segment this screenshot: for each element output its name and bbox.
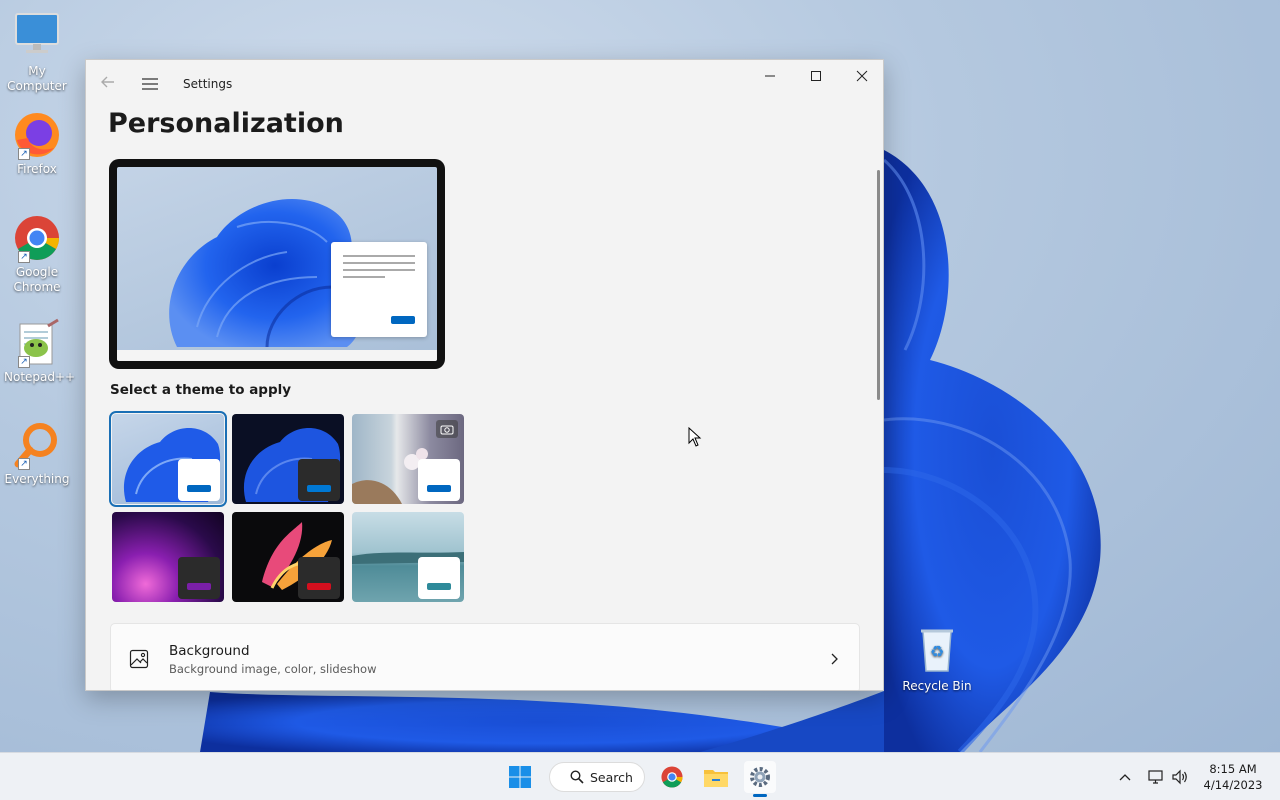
taskbar-settings[interactable] (744, 761, 776, 797)
shortcut-arrow-icon: ↗ (18, 148, 30, 160)
desktop-icon-label: Google Chrome (13, 265, 61, 294)
shortcut-arrow-icon: ↗ (18, 356, 30, 368)
theme-mini-window (178, 459, 220, 501)
shortcut-arrow-icon: ↗ (18, 458, 30, 470)
shortcut-arrow-icon: ↗ (18, 251, 30, 263)
recycle-bin-icon: ♻ (917, 625, 957, 673)
taskbar-chrome[interactable] (656, 761, 688, 793)
desktop-icon-recycle-bin[interactable]: ♻ Recycle Bin (900, 625, 974, 693)
vertical-scrollbar[interactable] (877, 170, 880, 400)
chrome-icon: ↗ (12, 213, 62, 263)
theme-preview (109, 159, 445, 369)
minimize-button[interactable] (747, 60, 793, 92)
theme-tile-windows-spotlight[interactable] (352, 414, 464, 504)
theme-mini-window (298, 459, 340, 501)
active-app-indicator (753, 794, 767, 797)
desktop-icon-notepadpp[interactable]: ↗ Notepad++ (4, 318, 76, 385)
theme-tile-flow[interactable] (352, 512, 464, 602)
settings-window: Settings Personalization Select a theme … (85, 59, 884, 691)
chevron-up-icon (1119, 774, 1131, 781)
gear-icon (750, 767, 770, 787)
mouse-pointer-icon (688, 426, 702, 451)
theme-tile-captured-motion[interactable] (232, 512, 344, 602)
volume-tray-button[interactable] (1170, 767, 1190, 787)
speaker-icon (1172, 769, 1187, 785)
maximize-button[interactable] (793, 60, 839, 92)
chrome-icon (661, 766, 683, 788)
theme-tile-glow[interactable] (112, 512, 224, 602)
desktop-icon-label: My Computer (7, 64, 67, 93)
desktop-icon-everything[interactable]: ↗ Everything (4, 420, 70, 487)
taskbar-search-box[interactable]: Search (549, 762, 645, 792)
theme-tile-windows-dark[interactable] (232, 414, 344, 504)
search-icon (570, 770, 584, 784)
network-icon (1148, 770, 1163, 784)
desktop-icon-google-chrome[interactable]: ↗ Google Chrome (4, 213, 70, 295)
theme-mini-window (418, 459, 460, 501)
desktop-icon-label: Firefox (17, 162, 57, 176)
clock-date: 4/14/2023 (1203, 778, 1263, 792)
svg-text:♻: ♻ (930, 642, 944, 661)
folder-icon (704, 770, 728, 787)
chevron-right-icon (829, 651, 839, 670)
taskbar-search-label: Search (590, 769, 633, 785)
desktop-icon-my-computer[interactable]: My Computer (4, 12, 70, 94)
taskbar-clock[interactable]: 8:15 AM 4/14/2023 (1196, 761, 1270, 793)
camera-icon (436, 420, 458, 438)
image-icon (129, 649, 149, 673)
minimize-icon (765, 75, 775, 77)
title-bar[interactable]: Settings (86, 60, 883, 106)
windows-logo-icon (509, 766, 531, 788)
desktop-icon-label: Notepad++ (4, 370, 76, 384)
desktop-icon-firefox[interactable]: ↗ Firefox (4, 110, 70, 177)
close-icon (856, 70, 868, 82)
everything-search-icon: ↗ (12, 420, 62, 470)
background-subtitle: Background image, color, slideshow (169, 662, 377, 676)
app-title: Settings (183, 77, 233, 91)
theme-preview-screen (117, 167, 437, 361)
recycle-bin-label: Recycle Bin (902, 679, 972, 693)
show-hidden-icons-button[interactable] (1115, 767, 1135, 787)
page-title: Personalization (108, 108, 344, 139)
monitor-icon (12, 12, 62, 62)
background-setting-row[interactable]: Background Background image, color, slid… (110, 623, 860, 690)
start-button[interactable] (504, 761, 536, 793)
preview-taskbar (117, 350, 437, 361)
network-tray-button[interactable] (1146, 767, 1166, 787)
preview-dialog (331, 242, 427, 337)
taskbar: Search 8:15 AM 4/14/2023 (0, 752, 1280, 800)
background-title: Background (169, 643, 250, 659)
theme-section-heading: Select a theme to apply (110, 382, 292, 398)
notepadpp-icon: ↗ (12, 318, 62, 368)
theme-tile-windows-light[interactable] (109, 411, 227, 507)
theme-mini-window (178, 557, 220, 599)
clock-time: 8:15 AM (1209, 762, 1257, 776)
maximize-icon (811, 71, 821, 81)
desktop-icon-label: Everything (4, 472, 70, 486)
firefox-icon: ↗ (12, 110, 62, 160)
back-arrow-icon[interactable] (98, 74, 118, 94)
taskbar-file-explorer[interactable] (700, 761, 732, 793)
theme-mini-window (418, 557, 460, 599)
close-button[interactable] (839, 60, 883, 92)
theme-mini-window (298, 557, 340, 599)
hamburger-menu-icon[interactable] (141, 76, 159, 95)
